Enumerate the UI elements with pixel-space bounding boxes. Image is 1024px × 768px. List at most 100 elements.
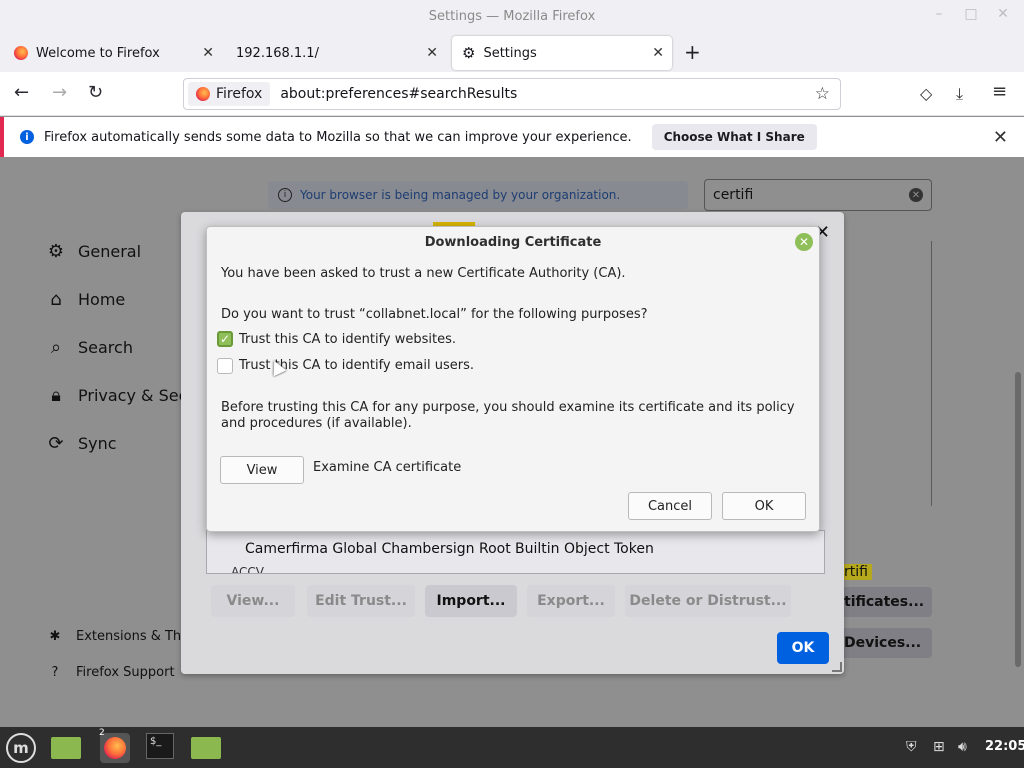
maximize-button[interactable]: □ (962, 6, 980, 22)
tab-welcome[interactable]: Welcome to Firefox ✕ (4, 36, 222, 70)
managed-notice-text[interactable]: Your browser is being managed by your or… (300, 188, 620, 202)
folder-icon[interactable] (191, 737, 221, 759)
taskbar: m $_ ⛨ ⊞ 🔊︎ (0, 727, 1024, 768)
import-button[interactable]: Import... (425, 585, 517, 617)
window-title: Settings — Mozilla Firefox (428, 8, 596, 24)
settings-search-input[interactable]: certifi ✕ (704, 179, 932, 211)
url-bar[interactable]: Firefox about:preferences#searchResults … (183, 78, 841, 110)
tab-settings[interactable]: ⚙ Settings ✕ (452, 36, 672, 70)
tab-router[interactable]: 192.168.1.1/ ✕ (226, 36, 446, 70)
tab-close-icon[interactable]: ✕ (202, 45, 214, 61)
pocket-icon[interactable]: ◇ (920, 84, 932, 103)
shield-icon[interactable]: ⛨ (906, 739, 917, 755)
back-icon[interactable]: ← (14, 82, 29, 103)
identity-label: Firefox (216, 86, 263, 102)
table-row[interactable]: ACCV (231, 565, 264, 573)
trust-websites-checkbox[interactable]: ✓ (217, 331, 233, 347)
search-icon: ⌕ (50, 337, 62, 358)
footer-link-label: Firefox Support (76, 665, 175, 680)
sidebar-item-label: Search (78, 338, 133, 357)
export-button[interactable]: Export... (527, 585, 615, 617)
question-text: Do you want to trust “collabnet.local” f… (221, 307, 648, 322)
minimize-button[interactable]: – (930, 6, 948, 22)
network-icon[interactable]: ⊞ (933, 739, 945, 755)
download-icon[interactable]: ⤓ (956, 84, 963, 104)
firefox-icon (104, 737, 126, 759)
choose-what-i-share-button[interactable]: Choose What I Share (651, 124, 817, 150)
page-scrollbar[interactable] (1015, 372, 1021, 667)
forward-icon[interactable]: → (52, 82, 67, 103)
home-icon: ⌂ (50, 289, 62, 310)
view-ca-button[interactable]: View (220, 456, 304, 484)
sidebar-item-label: General (78, 242, 142, 261)
dialog-close-icon[interactable]: ✕ (795, 233, 813, 251)
notification-message: Firefox automatically sends some data to… (44, 129, 632, 145)
tab-strip: Welcome to Firefox ✕ 192.168.1.1/ ✕ ⚙ Se… (0, 32, 1024, 72)
sync-icon: ⟳ (48, 433, 64, 454)
view-button[interactable]: View... (211, 585, 295, 617)
certificate-name: Camerfirma Global Chambersign Root (245, 541, 511, 557)
firefox-icon (196, 87, 210, 101)
clock[interactable]: 22:05 (985, 739, 1024, 754)
footer-link-label: Extensions & The (76, 629, 190, 644)
sidebar-item-search[interactable]: ⌕ Search (44, 337, 133, 358)
certificate-token: Builtin Object Token (515, 541, 654, 557)
view-ca-caption: Examine CA certificate (313, 460, 462, 475)
edit-trust-button[interactable]: Edit Trust... (307, 585, 415, 617)
volume-icon[interactable]: 🔊︎ (958, 739, 967, 755)
tab-label: Settings (483, 45, 537, 61)
sidebar-item-home[interactable]: ⌂ Home (44, 289, 125, 310)
window-count-badge: 2 (99, 728, 105, 738)
notification-close-icon[interactable]: ✕ (993, 127, 1008, 148)
view-certificates-button[interactable]: tificates... (830, 587, 932, 617)
table-row[interactable]: Camerfirma Global Chambersign Root Built… (245, 541, 654, 557)
trust-email-checkbox[interactable] (217, 358, 233, 374)
window-titlebar: Settings — Mozilla Firefox – □ ✕ (0, 0, 1024, 32)
url-text[interactable]: about:preferences#searchResults (280, 86, 517, 102)
window-controls: – □ ✕ (930, 6, 1012, 22)
tab-close-icon[interactable]: ✕ (652, 45, 664, 61)
identity-box[interactable]: Firefox (188, 82, 271, 106)
lock-icon: 🔒︎ (51, 385, 61, 406)
trust-websites-label[interactable]: Trust this CA to identify websites. (239, 332, 456, 347)
intro-text: You have been asked to trust a new Certi… (221, 266, 626, 281)
cert-manager-ok-button[interactable]: OK (777, 632, 829, 664)
bookmark-star-icon[interactable]: ☆ (815, 84, 830, 104)
search-value: certifi (713, 187, 754, 203)
info-icon: i (20, 130, 34, 144)
clear-search-icon[interactable]: ✕ (909, 188, 923, 202)
sidebar-item-general[interactable]: ⚙ General (44, 241, 141, 262)
firefox-icon (14, 46, 28, 60)
panel-border (931, 241, 932, 506)
resize-grip[interactable] (832, 662, 842, 672)
sidebar-item-privacy[interactable]: 🔒︎ Privacy & Secu (44, 385, 197, 406)
puzzle-icon: ✱ (49, 629, 61, 644)
help-icon: ? (51, 665, 59, 680)
gear-icon: ⚙ (462, 44, 476, 62)
files-icon[interactable] (51, 737, 81, 759)
managed-notice: i Your browser is being managed by your … (268, 181, 688, 209)
tab-label: Welcome to Firefox (36, 45, 160, 61)
new-tab-button[interactable]: + (684, 40, 701, 64)
ok-button[interactable]: OK (722, 492, 806, 520)
mint-menu-icon[interactable]: m (6, 733, 36, 763)
certificate-list[interactable]: Camerfirma Global Chambersign Root Built… (206, 530, 825, 574)
reload-icon[interactable]: ↻ (88, 82, 103, 103)
terminal-icon[interactable]: $_ (146, 733, 174, 759)
advice-text: Before trusting this CA for any purpose,… (221, 400, 795, 431)
downloading-certificate-dialog: Downloading Certificate ✕ You have been … (206, 226, 820, 532)
dialog-title: Downloading Certificate (424, 234, 602, 250)
close-window-button[interactable]: ✕ (994, 6, 1012, 22)
tab-label: 192.168.1.1/ (236, 45, 319, 61)
hamburger-menu-icon[interactable]: ≡ (992, 81, 1007, 102)
sidebar-extensions-link[interactable]: ✱ Extensions & The (46, 629, 190, 644)
telemetry-notification: i Firefox automatically sends some data … (0, 117, 1024, 157)
tab-close-icon[interactable]: ✕ (426, 45, 438, 61)
sidebar-item-sync[interactable]: ⟳ Sync (44, 433, 116, 454)
search-highlight: rtifi (840, 564, 872, 580)
security-devices-button[interactable]: Devices... (830, 628, 932, 658)
sidebar-support-link[interactable]: ? Firefox Support (46, 665, 175, 680)
gear-icon: ⚙ (47, 241, 65, 262)
delete-distrust-button[interactable]: Delete or Distrust... (625, 585, 791, 617)
cancel-button[interactable]: Cancel (628, 492, 712, 520)
